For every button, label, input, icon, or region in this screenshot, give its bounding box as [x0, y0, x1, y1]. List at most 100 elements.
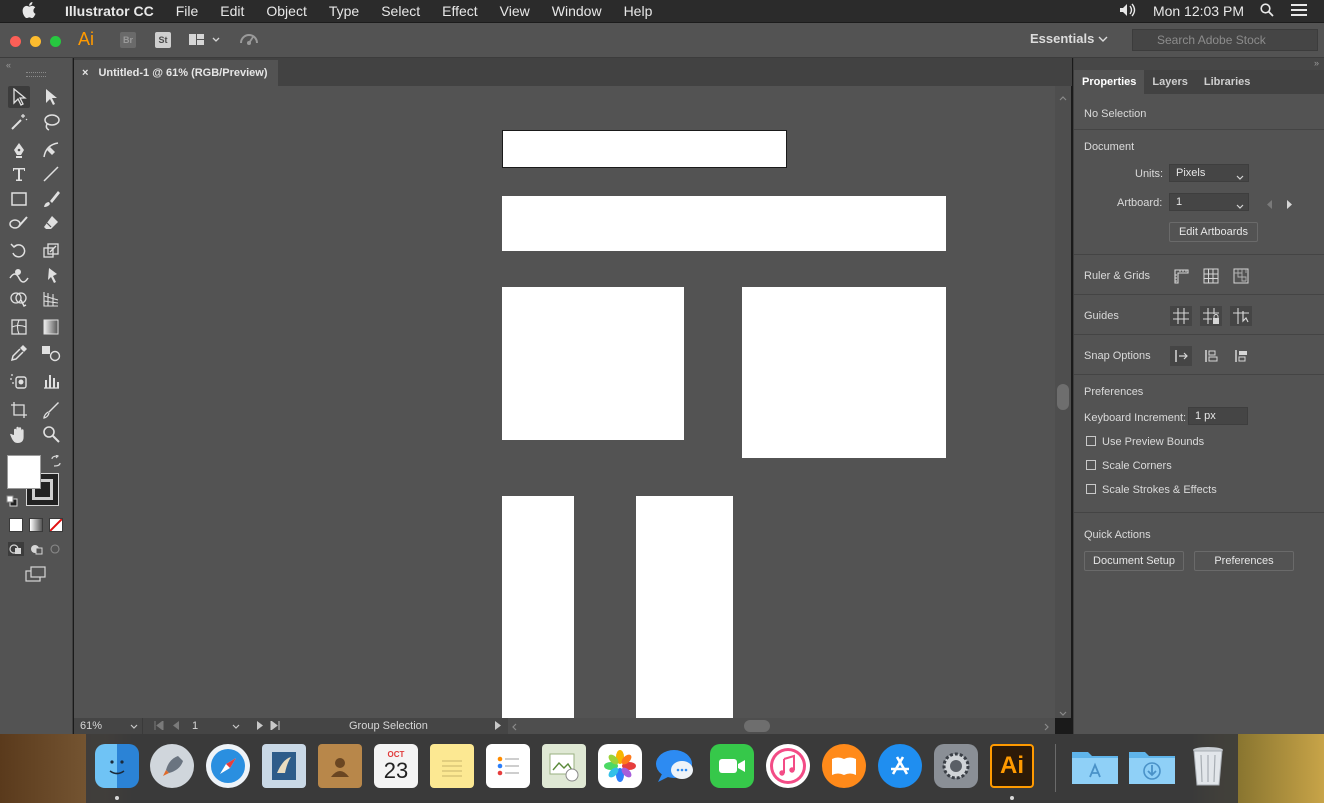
edit-artboards-button[interactable]: Edit Artboards — [1169, 222, 1258, 242]
artboard-navigation-field[interactable]: 1 — [188, 718, 244, 734]
swap-fill-stroke-icon[interactable] — [50, 454, 62, 470]
reminders-icon[interactable] — [486, 744, 530, 788]
paintbrush-tool-icon[interactable] — [40, 188, 62, 210]
selection-tool-icon[interactable] — [8, 86, 30, 108]
artboard-rectangle[interactable] — [502, 496, 574, 718]
perspective-grid-tool-icon[interactable] — [40, 288, 62, 310]
last-artboard-icon[interactable] — [270, 720, 280, 733]
transparency-grid-icon[interactable] — [1230, 266, 1252, 286]
document-setup-button[interactable]: Document Setup — [1084, 551, 1184, 571]
smart-guides-icon[interactable] — [1230, 306, 1252, 326]
grid-icon[interactable] — [1200, 266, 1222, 286]
preferences-button[interactable]: Preferences — [1194, 551, 1294, 571]
gradient-mode-button[interactable] — [29, 518, 43, 532]
artboard-rectangle[interactable] — [502, 287, 684, 440]
close-window-button[interactable] — [10, 36, 21, 47]
none-mode-button[interactable] — [49, 518, 63, 532]
launchpad-icon[interactable] — [150, 744, 194, 788]
slice-tool-icon[interactable] — [40, 399, 62, 421]
snap-to-pixel-icon[interactable] — [1200, 346, 1222, 366]
magic-wand-tool-icon[interactable] — [8, 111, 30, 133]
puppet-warp-tool-icon[interactable] — [40, 264, 62, 286]
default-fill-stroke-icon[interactable] — [6, 495, 18, 510]
menu-file[interactable]: File — [165, 3, 210, 19]
rectangle-tool-icon[interactable] — [8, 188, 30, 210]
scale-corners-checkbox[interactable] — [1086, 460, 1096, 470]
show-guides-icon[interactable] — [1170, 306, 1192, 326]
messages-icon[interactable] — [654, 744, 698, 788]
applications-folder-icon[interactable] — [1070, 744, 1120, 788]
ibooks-icon[interactable] — [822, 744, 866, 788]
collapse-right-icon[interactable]: » — [1314, 58, 1319, 68]
illustrator-dock-icon[interactable]: Ai — [990, 744, 1034, 788]
itunes-icon[interactable] — [766, 744, 810, 788]
search-adobe-stock-input[interactable] — [1132, 29, 1318, 51]
workspace-switcher[interactable]: Essentials — [1030, 31, 1108, 46]
pen-tool-icon[interactable] — [8, 139, 30, 161]
first-artboard-icon[interactable] — [154, 720, 164, 733]
menu-object[interactable]: Object — [255, 3, 317, 19]
ruler-icon[interactable] — [1170, 266, 1192, 286]
zoom-window-button[interactable] — [50, 36, 61, 47]
current-tool-name[interactable]: Group Selection — [349, 720, 428, 732]
menu-app-name[interactable]: Illustrator CC — [54, 3, 165, 19]
lasso-tool-icon[interactable] — [40, 111, 62, 133]
column-graph-tool-icon[interactable] — [40, 370, 62, 392]
safari-icon[interactable] — [206, 744, 250, 788]
minimize-window-button[interactable] — [30, 36, 41, 47]
tab-layers[interactable]: Layers — [1144, 70, 1195, 94]
mail-icon[interactable] — [262, 744, 306, 788]
horizontal-scrollbar[interactable] — [508, 718, 1055, 734]
maps-photo-booth-icon[interactable] — [542, 744, 586, 788]
menu-help[interactable]: Help — [613, 3, 664, 19]
next-artboard-icon[interactable] — [256, 721, 264, 733]
keyboard-increment-field[interactable]: 1 px — [1188, 407, 1248, 425]
contacts-icon[interactable] — [318, 744, 362, 788]
rotate-tool-icon[interactable] — [8, 240, 30, 262]
scale-strokes-effects-checkbox[interactable] — [1086, 484, 1096, 494]
blend-tool-icon[interactable] — [40, 342, 62, 364]
calendar-icon[interactable]: OCT 23 — [374, 744, 418, 788]
previous-artboard-icon[interactable] — [1266, 198, 1273, 212]
shaper-tool-icon[interactable] — [8, 212, 30, 234]
menu-view[interactable]: View — [489, 3, 541, 19]
next-artboard-icon[interactable] — [1286, 198, 1293, 212]
units-select[interactable]: Pixels — [1169, 164, 1249, 182]
panel-grip-icon[interactable] — [26, 72, 46, 77]
close-tab-icon[interactable]: × — [82, 67, 88, 79]
menu-edit[interactable]: Edit — [209, 3, 255, 19]
collapse-left-icon[interactable]: « — [6, 60, 11, 70]
zoom-tool-icon[interactable] — [40, 423, 62, 445]
downloads-folder-icon[interactable] — [1127, 744, 1177, 788]
scroll-left-icon[interactable] — [511, 722, 517, 734]
scrollbar-thumb[interactable] — [1057, 384, 1069, 410]
bridge-button[interactable]: Br — [120, 32, 136, 48]
snap-to-glyph-icon[interactable] — [1230, 346, 1252, 366]
artboard-select[interactable]: 1 — [1169, 193, 1249, 211]
curvature-tool-icon[interactable] — [40, 139, 62, 161]
scrollbar-thumb[interactable] — [744, 720, 770, 732]
vertical-scrollbar[interactable] — [1055, 86, 1071, 718]
tab-properties[interactable]: Properties — [1074, 70, 1145, 94]
document-tab[interactable]: × Untitled-1 @ 61% (RGB/Preview) — [74, 60, 278, 86]
fill-swatch[interactable] — [7, 455, 41, 489]
type-tool-icon[interactable] — [8, 163, 30, 185]
mesh-tool-icon[interactable] — [8, 316, 30, 338]
arrange-documents-icon[interactable] — [188, 32, 222, 51]
menu-window[interactable]: Window — [541, 3, 613, 19]
use-preview-bounds-checkbox[interactable] — [1086, 436, 1096, 446]
lock-guides-icon[interactable] — [1200, 306, 1222, 326]
eyedropper-tool-icon[interactable] — [8, 342, 30, 364]
artboard-rectangle[interactable] — [502, 196, 946, 251]
artboard-rectangle[interactable] — [742, 287, 946, 458]
snap-to-point-icon[interactable] — [1170, 346, 1192, 366]
scale-tool-icon[interactable] — [40, 240, 62, 262]
gpu-performance-icon[interactable] — [238, 31, 260, 52]
shape-builder-tool-icon[interactable] — [8, 288, 30, 310]
draw-behind-icon[interactable] — [29, 542, 45, 559]
scroll-down-icon[interactable] — [1059, 706, 1067, 720]
warp-tool-icon[interactable] — [8, 264, 30, 286]
menu-effect[interactable]: Effect — [431, 3, 489, 19]
scroll-up-icon[interactable] — [1059, 90, 1067, 104]
tab-libraries[interactable]: Libraries — [1196, 70, 1258, 94]
